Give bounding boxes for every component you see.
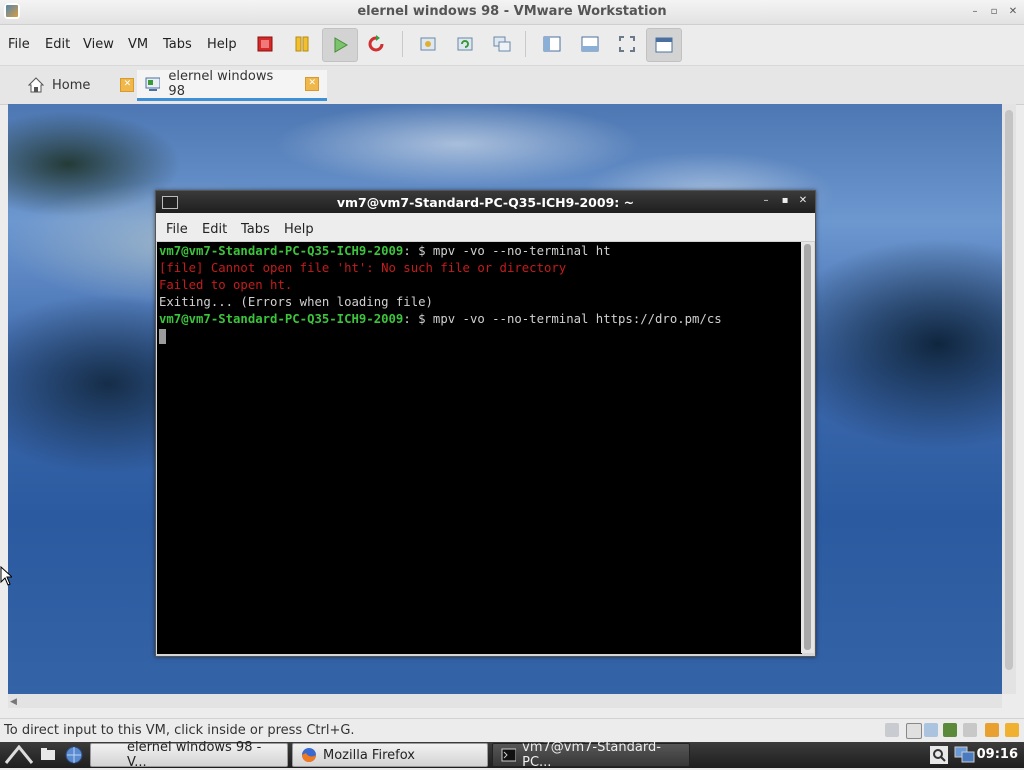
printer-icon[interactable] [985, 723, 999, 737]
network-tray-icon[interactable] [954, 746, 976, 764]
vm-icon [145, 77, 161, 91]
power-off-icon[interactable] [250, 29, 280, 59]
taskbar-button-terminal[interactable]: vm7@vm7-Standard-PC... [492, 740, 690, 770]
terminal-line: Exiting... (Errors when loading file) [159, 295, 433, 309]
tab-home-label: Home [52, 77, 91, 93]
reset-icon[interactable] [361, 29, 391, 59]
power-on-icon[interactable] [322, 28, 358, 62]
show-sidebar-icon[interactable] [537, 29, 567, 59]
terminal-scroll-thumb[interactable] [804, 244, 811, 650]
firefox-icon [302, 748, 316, 762]
menu-file[interactable]: File [8, 37, 30, 52]
terminal-prompt: vm7@vm7-Standard-PC-Q35-ICH9-2009 [159, 244, 404, 258]
suspend-icon[interactable] [287, 29, 317, 59]
terminal-maximize-button[interactable]: ▪ [779, 195, 791, 206]
file-manager-icon[interactable] [40, 747, 56, 761]
home-icon [28, 77, 44, 93]
terminal-menu-tabs[interactable]: Tabs [241, 222, 270, 237]
mouse-pointer-icon [0, 566, 12, 586]
window-title: elernel windows 98 - VMware Workstation [357, 4, 667, 19]
terminal-line: vm7@vm7-Standard-PC-Q35-ICH9-2009: $ mpv… [159, 312, 722, 326]
terminal-cursor-line [159, 328, 802, 345]
network-adapter-icon[interactable] [924, 723, 938, 737]
terminal-menu-edit[interactable]: Edit [202, 222, 227, 237]
full-screen-icon[interactable] [612, 29, 642, 59]
menu-tabs[interactable]: Tabs [163, 37, 192, 52]
terminal-line: vm7@vm7-Standard-PC-Q35-ICH9-2009: $ mpv… [159, 244, 611, 258]
terminal-title: vm7@vm7-Standard-PC-Q35-ICH9-2009: ~ [336, 195, 635, 210]
taskbar-button-vmware[interactable]: elernel windows 98 - V... [90, 740, 288, 770]
minimize-button[interactable]: – [968, 5, 982, 19]
floppy-disconnected-icon[interactable] [906, 723, 922, 739]
terminal-prompt: vm7@vm7-Standard-PC-Q35-ICH9-2009 [159, 312, 404, 326]
snapshot-manager-icon[interactable] [487, 29, 517, 59]
terminal-cursor [159, 329, 166, 344]
tab-vm-close-icon[interactable]: ✕ [305, 77, 319, 91]
search-tray-icon[interactable] [930, 746, 948, 764]
terminal-output[interactable]: vm7@vm7-Standard-PC-Q35-ICH9-2009: $ mpv… [157, 242, 802, 654]
tab-home-close-icon[interactable]: ✕ [120, 78, 135, 92]
terminal-error-line: [file] Cannot open file 'ht': No such fi… [159, 261, 567, 275]
tab-home[interactable]: Home ✕ [20, 70, 142, 100]
toolbar-separator [402, 31, 403, 57]
taskbar-clock[interactable]: 09:16 [977, 747, 1018, 762]
menu-view[interactable]: View [83, 37, 114, 52]
terminal-close-button[interactable]: ✕ [797, 195, 809, 206]
menu-edit[interactable]: Edit [45, 37, 70, 52]
snapshot-icon[interactable] [413, 29, 443, 59]
terminal-menu-help[interactable]: Help [284, 222, 314, 237]
unity-view-icon[interactable] [646, 28, 682, 62]
vm-vertical-scroll-thumb[interactable] [1005, 110, 1013, 670]
tab-vm-label: elernel windows 98 [168, 69, 274, 99]
terminal-menu-file[interactable]: File [166, 222, 188, 237]
terminal-minimize-button[interactable]: – [760, 195, 772, 206]
scroll-left-icon[interactable]: ◀ [10, 697, 17, 707]
tab-vm[interactable]: elernel windows 98 ✕ [137, 69, 327, 101]
menu-vm[interactable]: VM [128, 37, 148, 52]
close-button[interactable]: ✕ [1006, 5, 1020, 19]
terminal-command: $ mpv -vo --no-terminal https://dro.pm/c… [410, 312, 722, 326]
vm-horizontal-scrollbar[interactable] [8, 694, 1002, 708]
browser-launcher-icon[interactable] [64, 746, 84, 764]
terminal-error-line: Failed to open ht. [159, 278, 293, 292]
status-message: To direct input to this VM, click inside… [4, 723, 355, 738]
menu-help[interactable]: Help [207, 37, 237, 52]
start-menu-icon[interactable] [4, 745, 34, 765]
usb-device-icon[interactable] [943, 723, 957, 737]
revert-snapshot-icon[interactable] [450, 29, 480, 59]
taskbar-button-firefox[interactable]: Mozilla Firefox [292, 743, 488, 767]
terminal-window[interactable]: vm7@vm7-Standard-PC-Q35-ICH9-2009: ~ – ▪… [155, 190, 816, 657]
sound-card-icon[interactable] [963, 723, 977, 737]
hard-disk-icon[interactable] [885, 723, 899, 737]
terminal-icon [501, 748, 517, 762]
show-console-icon[interactable] [575, 29, 605, 59]
toolbar-separator [525, 31, 526, 57]
terminal-command: $ mpv -vo --no-terminal ht [410, 244, 611, 258]
message-log-icon[interactable] [1005, 723, 1019, 737]
maximize-button[interactable]: ▫ [987, 5, 1001, 19]
